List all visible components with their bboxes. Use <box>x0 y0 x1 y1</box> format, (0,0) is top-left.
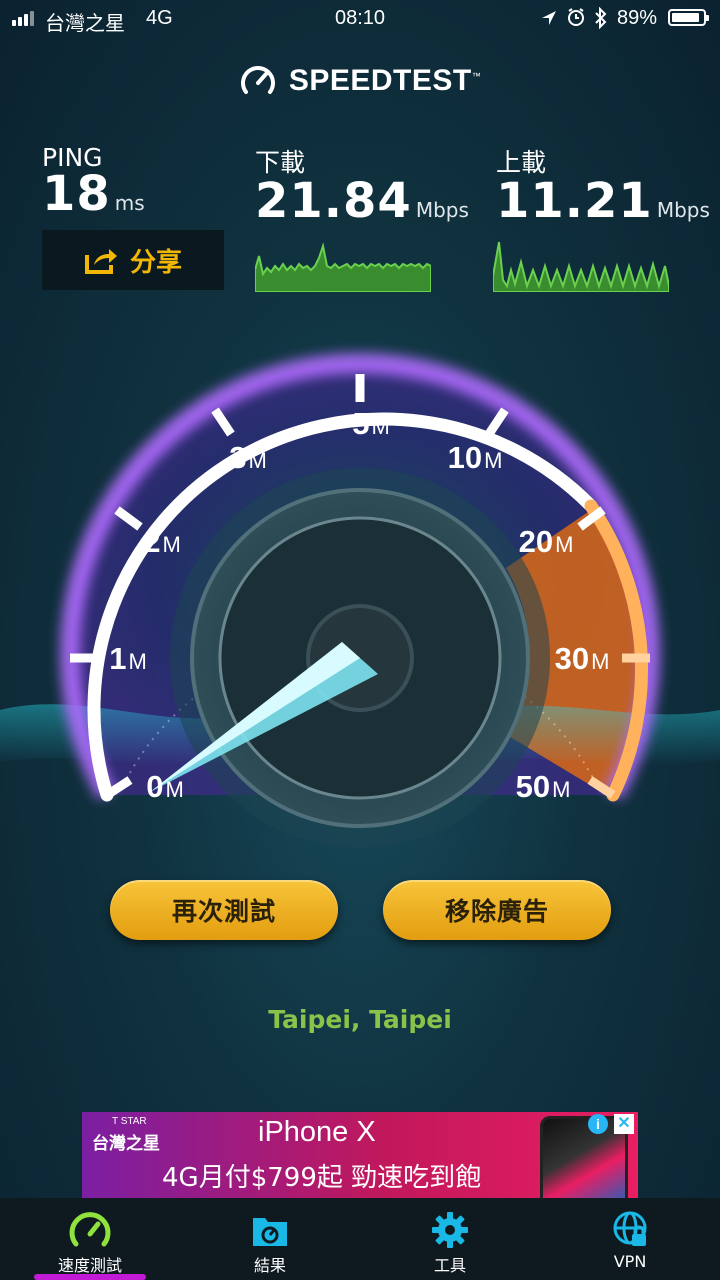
battery-icon <box>668 9 709 26</box>
ad-title: iPhone X <box>258 1116 376 1148</box>
upload-unit: Mbps <box>656 198 710 222</box>
retest-button[interactable]: 再次測試 <box>110 880 338 940</box>
vpn-globe-icon <box>613 1211 647 1246</box>
ad-banner[interactable]: T STAR 台灣之星 iPhone X 4G月付$799起 勁速吃到飽 i ✕ <box>82 1112 638 1198</box>
tab-results[interactable]: 結果 <box>180 1198 360 1280</box>
status-bar: 台灣之星 4G 08:10 89% <box>0 0 720 38</box>
upload-metric: 上載 11.21 Mbps <box>496 143 710 229</box>
results-icon <box>253 1218 287 1246</box>
gauge-tick-50: 50M <box>515 769 571 804</box>
ping-metric: PING 18 ms <box>42 143 145 222</box>
bluetooth-icon <box>595 7 607 29</box>
share-button[interactable]: 分享 <box>42 230 224 290</box>
download-value: 21.84 <box>255 173 412 229</box>
tab-tools[interactable]: 工具 <box>360 1198 540 1280</box>
tab-bar: 速度測試 結果 工具 VPN <box>0 1198 720 1280</box>
share-label: 分享 <box>129 247 182 278</box>
speedometer-icon <box>69 1212 111 1247</box>
download-unit: Mbps <box>415 198 469 222</box>
gauge-tick-10: 10M <box>447 440 503 475</box>
speedtest-logo-icon <box>240 66 275 94</box>
server-location: Taipei, Taipei <box>268 1005 452 1034</box>
gauge-tick-3: 3M <box>229 440 267 475</box>
gauge-tick-0: 0M <box>146 769 184 804</box>
clock: 08:10 <box>334 7 386 29</box>
gauge-tick-20: 20M <box>518 524 574 559</box>
download-sparkline <box>255 242 431 292</box>
ad-info-icon[interactable]: i <box>588 1114 608 1134</box>
tab-speedtest[interactable]: 速度測試 <box>0 1198 180 1280</box>
active-tab-indicator <box>34 1274 146 1280</box>
gauge-tick-2: 2M <box>143 524 181 559</box>
gear-icon <box>432 1212 468 1248</box>
location-arrow-icon <box>542 11 556 25</box>
gauge-tick-30: 30M <box>554 641 610 676</box>
ad-promo: 4G月付$799起 勁速吃到飽 <box>162 1163 482 1193</box>
remove-ads-button[interactable]: 移除廣告 <box>383 880 611 940</box>
alarm-icon <box>568 8 584 26</box>
tab-tools-label: 工具 <box>433 1256 466 1275</box>
ping-unit: ms <box>114 191 145 215</box>
app-title: SPEEDTEST™ <box>288 64 482 97</box>
tab-vpn[interactable]: VPN <box>540 1198 720 1280</box>
upload-value: 11.21 <box>496 173 653 229</box>
download-metric: 下載 21.84 Mbps <box>255 143 469 229</box>
upload-sparkline <box>493 241 669 292</box>
gauge-tick-5: 5M <box>352 406 390 441</box>
battery-percent: 89% <box>617 7 658 29</box>
ad-close-icon[interactable]: ✕ <box>614 1114 634 1134</box>
share-icon <box>84 249 117 274</box>
gauge-tick-1: 1M <box>109 641 147 676</box>
ping-value: 18 <box>42 166 111 222</box>
ad-brand: 台灣之星 <box>92 1134 160 1154</box>
tab-results-label: 結果 <box>253 1256 286 1275</box>
tab-vpn-label: VPN <box>613 1252 647 1271</box>
ad-brand-small: T STAR <box>112 1116 147 1127</box>
app-header: SPEEDTEST™ <box>0 62 720 100</box>
tab-speedtest-label: 速度測試 <box>57 1256 122 1275</box>
